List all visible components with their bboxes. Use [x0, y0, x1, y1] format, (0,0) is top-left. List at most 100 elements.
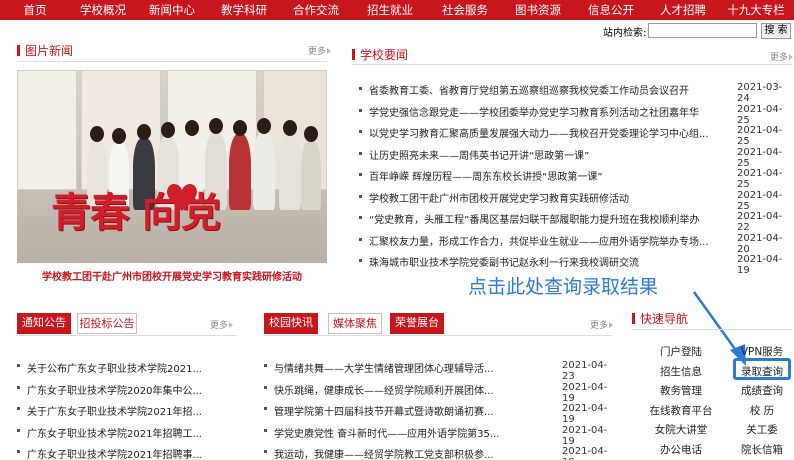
notice-row[interactable]: 广东女子职业技术学院2021年招聘工...: [17, 421, 237, 442]
nav-about[interactable]: 学校概况: [70, 0, 136, 20]
news-title[interactable]: 省委教育工委、省教育厅党组第五巡察组巡察我校党委工作动员会议召开: [369, 82, 714, 97]
news-title[interactable]: 学党史强信念跟党走——学校团委举办党史学习教育系列活动之社团嘉年华: [369, 104, 714, 119]
nav-library[interactable]: 图书资源: [502, 0, 574, 20]
tab-tenders[interactable]: 招投标公告: [77, 313, 137, 334]
academic-affairs-link[interactable]: 教务管理: [640, 383, 722, 398]
notice-row[interactable]: 关于公布广东女子职业技术学院2021...: [17, 356, 237, 377]
nav-recruitment[interactable]: 人才招聘: [648, 0, 718, 20]
news-row[interactable]: 百年峥嵘 辉煌历程——周东东校长讲授“思政第一课” 2021-04-25: [359, 164, 789, 190]
nav-congress[interactable]: 十九大专栏: [718, 0, 794, 20]
news-photo[interactable]: 青春 向党 12345678: [17, 70, 327, 263]
news-title[interactable]: 汇聚校友力量，形成工作合力，共促毕业生就业——应用外语学院举办专场...: [369, 233, 714, 248]
bullet-icon: [264, 364, 267, 367]
news-title[interactable]: “党史教育，头雁工程”番禺区基层妇联干部履职能力提升班在我校顺利举办: [369, 211, 714, 226]
bullet-icon: [359, 151, 362, 155]
news-title[interactable]: 让历史照亮未来——周伟英书记开讲“思政第一课”: [369, 147, 714, 162]
nav-admission[interactable]: 招生就业: [352, 0, 428, 20]
search-button[interactable]: 搜 索: [761, 23, 791, 39]
president-mailbox-link[interactable]: 院长信箱: [733, 442, 791, 457]
care-committee-link[interactable]: 关工委: [733, 422, 791, 437]
notice-row[interactable]: 广东女子职业技术学院2020年集中公...: [17, 378, 237, 399]
nav-teaching[interactable]: 教学科研: [208, 0, 280, 20]
school-news-title: 学校要闻: [352, 46, 408, 63]
bullet-icon: [17, 450, 20, 453]
portal-login-link[interactable]: 门户登陆: [640, 344, 722, 359]
school-calendar-link[interactable]: 校 历: [733, 403, 791, 418]
notice-row[interactable]: 关于广东女子职业技术学院2021年招...: [17, 399, 237, 420]
notices-more-link[interactable]: 更多: [210, 318, 234, 331]
news-title[interactable]: 以党史学习教育汇聚高质量发展强大动力——我校召开党委理论学习中心组...: [369, 125, 714, 140]
photo-caption[interactable]: 学校教工团干赴广州市团校开展党史学习教育实践研修活动: [17, 268, 327, 283]
bullet-icon: [17, 364, 20, 367]
campus-row[interactable]: 管理学院第十四届科技节开幕式暨诗歌朗诵初赛... 2021-04-19: [264, 399, 614, 425]
school-news-more-link[interactable]: 更多: [770, 50, 794, 63]
bullet-icon: [359, 194, 362, 198]
news-row[interactable]: 汇聚校友力量，形成工作合力，共促毕业生就业——应用外语学院举办专场... 2021…: [359, 229, 789, 255]
divider: [264, 335, 612, 336]
nav-home[interactable]: 首页: [0, 0, 70, 20]
online-education-link[interactable]: 在线教育平台: [640, 403, 722, 418]
quick-nav-title: 快速导航: [632, 310, 688, 327]
tab-campus-news[interactable]: 校园快讯: [264, 313, 318, 334]
news-title[interactable]: 百年峥嵘 辉煌历程——周东东校长讲授“思政第一课”: [369, 168, 714, 183]
bullet-icon: [359, 216, 362, 219]
campus-row[interactable]: 与情绪共舞——大学生情绪管理团体心理辅导活... 2021-04-23: [264, 356, 614, 382]
title-bar-icon: [632, 313, 635, 324]
campus-row[interactable]: 学党史赓党性 奋斗新时代——应用外语学院第35... 2021-04-19: [264, 421, 614, 447]
search-input[interactable]: [648, 23, 757, 38]
news-row[interactable]: 珠海城市职业技术学院党委副书记赵永利一行来我校调研交流 2021-04-19: [359, 250, 789, 276]
nav-news[interactable]: 新闻中心: [136, 0, 208, 20]
campus-more-link[interactable]: 更多: [590, 318, 614, 331]
campus-news-title[interactable]: 我运动，我健康——经贸学院教工党支部积极参...: [274, 446, 504, 460]
more-arrow-icon: [327, 48, 332, 54]
campus-row[interactable]: 快乐跳绳，健康成长——经贸学院顺利开展团体... 2021-04-19: [264, 378, 614, 404]
news-title[interactable]: 学校教工团干赴广州市团校开展党史学习教育实践研修活动: [369, 190, 714, 205]
campus-news-title[interactable]: 快乐跳绳，健康成长——经贸学院顺利开展团体...: [274, 382, 504, 397]
callout-annotation: 点击此处查询录取结果: [468, 276, 659, 298]
tab-honors[interactable]: 荣誉展台: [390, 313, 444, 334]
campus-news-date: 2021-04-19: [562, 446, 608, 460]
notice-row[interactable]: 广东女子职业技术学院2021年招聘事...: [17, 442, 237, 460]
nav-services[interactable]: 社会服务: [428, 0, 502, 20]
nav-cooperation[interactable]: 合作交流: [280, 0, 352, 20]
vpn-service-link[interactable]: VPN服务: [733, 344, 791, 359]
news-row[interactable]: 学党史强信念跟党走——学校团委举办党史学习教育系列活动之社团嘉年华 2021-04…: [359, 100, 789, 126]
bullet-icon: [17, 407, 20, 410]
notice-title[interactable]: 广东女子职业技术学院2020年集中公...: [27, 382, 227, 397]
nav-disclosure[interactable]: 信息公开: [574, 0, 648, 20]
admission-query-link[interactable]: 录取查询: [733, 364, 791, 379]
news-title[interactable]: 珠海城市职业技术学院党委副书记赵永利一行来我校调研交流: [369, 254, 714, 269]
news-date: 2021-04-19: [737, 254, 783, 276]
news-row[interactable]: 让历史照亮未来——周伟英书记开讲“思政第一课” 2021-04-25: [359, 143, 789, 169]
more-arrow-icon: [229, 322, 234, 328]
heart-icon: [167, 184, 197, 211]
admission-info-link[interactable]: 招生信息: [640, 364, 722, 379]
title-bar-icon: [352, 49, 355, 60]
lecture-hall-link[interactable]: 女院大讲堂: [640, 422, 722, 437]
office-phone-link[interactable]: 办公电话: [640, 442, 722, 457]
divider: [17, 61, 327, 62]
photo-news-more-link[interactable]: 更多: [308, 44, 332, 57]
campus-news-title[interactable]: 与情绪共舞——大学生情绪管理团体心理辅导活...: [274, 360, 504, 375]
bullet-icon: [359, 130, 362, 133]
tab-notices[interactable]: 通知公告: [17, 313, 71, 334]
notice-title[interactable]: 关于广东女子职业技术学院2021年招...: [27, 403, 227, 418]
bullet-icon: [359, 87, 362, 90]
bullet-icon: [17, 428, 20, 432]
grade-query-link[interactable]: 成绩查询: [733, 383, 791, 398]
campus-news-title[interactable]: 学党史赓党性 奋斗新时代——应用外语学院第35...: [274, 425, 504, 440]
notice-title[interactable]: 关于公布广东女子职业技术学院2021...: [27, 360, 227, 375]
search-bar: 站内检索: 搜 索: [0, 22, 794, 40]
tab-media-focus[interactable]: 媒体聚焦: [328, 313, 382, 334]
main-nav: 首页 学校概况 新闻中心 教学科研 合作交流 招生就业 社会服务 图书资源 信息…: [0, 0, 794, 20]
news-row[interactable]: 以党史学习教育汇聚高质量发展强大动力——我校召开党委理论学习中心组... 2021…: [359, 121, 789, 147]
news-row[interactable]: 学校教工团干赴广州市团校开展党史学习教育实践研修活动 2021-04-25: [359, 186, 789, 212]
campus-row[interactable]: 我运动，我健康——经贸学院教工党支部积极参... 2021-04-19: [264, 442, 614, 460]
bullet-icon: [359, 108, 362, 112]
notice-title[interactable]: 广东女子职业技术学院2021年招聘事...: [27, 446, 227, 460]
notice-title[interactable]: 广东女子职业技术学院2021年招聘工...: [27, 425, 227, 440]
news-row[interactable]: “党史教育，头雁工程”番禺区基层妇联干部履职能力提升班在我校顺利举办 2021-0…: [359, 207, 789, 233]
bullet-icon: [359, 259, 362, 262]
campus-news-title[interactable]: 管理学院第十四届科技节开幕式暨诗歌朗诵初赛...: [274, 403, 504, 418]
news-row[interactable]: 省委教育工委、省教育厅党组第五巡察组巡察我校党委工作动员会议召开 2021-03-…: [359, 78, 789, 104]
